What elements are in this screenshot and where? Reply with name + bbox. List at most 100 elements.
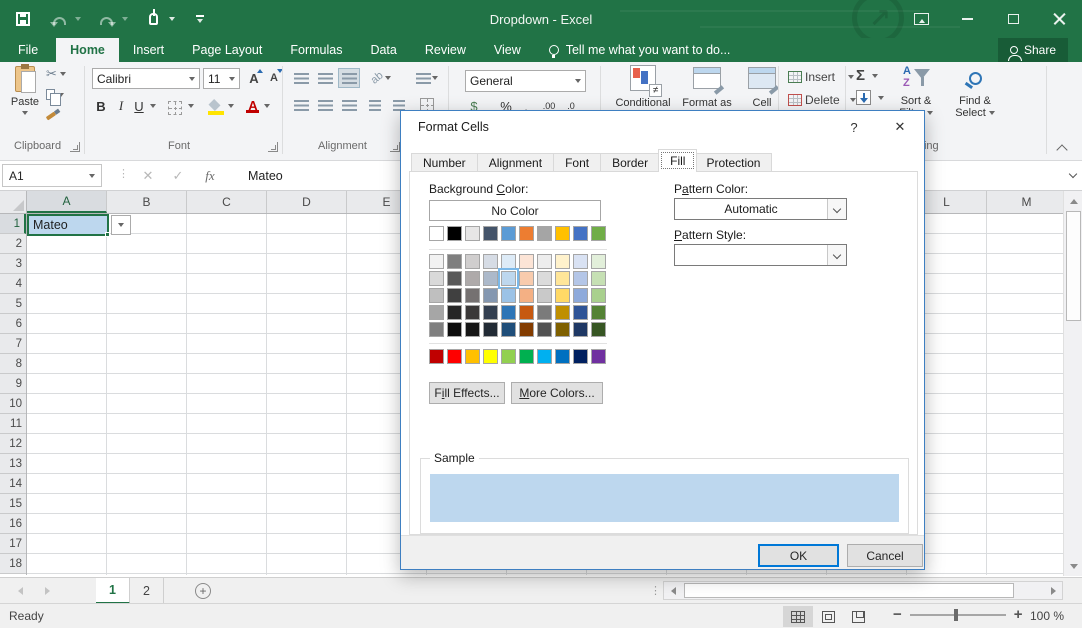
copy-button[interactable] (46, 89, 64, 100)
color-swatch[interactable] (573, 288, 588, 303)
row-header-17[interactable]: 17 (0, 534, 26, 554)
decrease-indent-button[interactable] (364, 95, 386, 115)
color-swatch[interactable] (447, 349, 462, 364)
color-swatch[interactable] (573, 322, 588, 337)
color-swatch[interactable] (555, 305, 570, 320)
sheet-tab-1[interactable]: 1 (96, 578, 130, 604)
previous-sheet-icon[interactable] (18, 587, 23, 595)
color-swatch[interactable] (555, 288, 570, 303)
color-swatch[interactable] (555, 322, 570, 337)
italic-button[interactable]: I (112, 96, 130, 116)
color-swatch[interactable] (555, 349, 570, 364)
color-swatch[interactable] (483, 288, 498, 303)
vertical-scroll-thumb[interactable] (1066, 211, 1081, 321)
borders-button[interactable] (166, 98, 184, 118)
wrap-text-button[interactable] (414, 68, 440, 88)
column-header-d[interactable]: D (267, 191, 347, 213)
color-swatch[interactable] (501, 349, 516, 364)
ribbon-tab-insert[interactable]: Insert (119, 38, 178, 62)
bold-button[interactable]: B (92, 96, 110, 116)
font-color-dropdown-icon[interactable] (264, 104, 270, 108)
color-swatch[interactable] (429, 226, 444, 241)
fill-color-button[interactable] (206, 96, 224, 116)
paste-button[interactable]: Paste (6, 66, 44, 132)
redo-icon[interactable] (95, 8, 117, 30)
dialog-tab-font[interactable]: Font (554, 153, 601, 172)
align-top-button[interactable] (290, 68, 312, 88)
ribbon-display-options-icon[interactable] (898, 0, 944, 38)
share-button[interactable]: Share (998, 38, 1068, 62)
fill-color-dropdown-icon[interactable] (228, 104, 234, 108)
formula-bar-input[interactable]: Mateo (248, 164, 283, 187)
color-swatch[interactable] (537, 305, 552, 320)
close-icon[interactable] (1036, 0, 1082, 38)
column-header-c[interactable]: C (187, 191, 267, 213)
row-header-12[interactable]: 12 (0, 434, 26, 454)
fill-handle[interactable] (105, 232, 110, 237)
row-header-14[interactable]: 14 (0, 474, 26, 494)
undo-dropdown-icon[interactable] (75, 17, 81, 21)
row-header-10[interactable]: 10 (0, 394, 26, 414)
color-swatch[interactable] (537, 271, 552, 286)
color-swatch[interactable] (429, 254, 444, 269)
more-colors-button[interactable]: More Colors... (511, 382, 603, 404)
color-swatch[interactable] (591, 254, 606, 269)
dialog-help-button[interactable]: ? (841, 115, 867, 139)
find-select-button[interactable]: Find & Select (946, 65, 1004, 119)
row-header-11[interactable]: 11 (0, 414, 26, 434)
font-name-combo[interactable]: Calibri (92, 68, 200, 89)
color-swatch[interactable] (591, 288, 606, 303)
scroll-up-icon[interactable] (1064, 192, 1082, 210)
normal-view-icon[interactable] (783, 606, 813, 627)
color-swatch[interactable] (483, 322, 498, 337)
color-swatch[interactable] (591, 226, 606, 241)
color-swatch[interactable] (519, 322, 534, 337)
color-swatch[interactable] (447, 305, 462, 320)
color-swatch[interactable] (429, 288, 444, 303)
format-as-table-button[interactable]: Format as (678, 67, 736, 109)
color-swatch[interactable] (429, 271, 444, 286)
color-swatch[interactable] (429, 349, 444, 364)
ribbon-tab-view[interactable]: View (480, 38, 535, 62)
no-color-button[interactable]: No Color (429, 200, 601, 221)
page-break-view-icon[interactable] (843, 606, 873, 627)
align-bottom-button[interactable] (338, 68, 360, 88)
color-swatch[interactable] (555, 226, 570, 241)
align-right-button[interactable] (338, 95, 360, 115)
column-header-a[interactable]: A (27, 191, 107, 213)
row-header-18[interactable]: 18 (0, 554, 26, 574)
scroll-right-icon[interactable] (1044, 582, 1062, 599)
color-swatch[interactable] (519, 288, 534, 303)
undo-icon[interactable] (48, 8, 70, 30)
font-dialog-launcher-icon[interactable] (268, 142, 278, 152)
underline-dropdown-icon[interactable] (150, 104, 156, 108)
ribbon-tab-data[interactable]: Data (356, 38, 410, 62)
ok-button[interactable]: OK (758, 544, 839, 567)
column-header-m[interactable]: M (987, 191, 1063, 213)
dialog-close-icon[interactable]: ✕ (885, 115, 915, 139)
color-swatch[interactable] (483, 305, 498, 320)
color-swatch[interactable] (591, 349, 606, 364)
save-icon[interactable] (12, 8, 34, 30)
orientation-button[interactable]: ab (366, 68, 396, 88)
color-swatch[interactable] (519, 305, 534, 320)
zoom-percentage[interactable]: 100 % (1030, 609, 1064, 623)
horizontal-scrollbar[interactable] (663, 581, 1063, 600)
cut-button[interactable]: ✂ (46, 66, 66, 82)
color-swatch[interactable] (447, 288, 462, 303)
color-swatch[interactable] (555, 254, 570, 269)
clipboard-dialog-launcher-icon[interactable] (70, 142, 80, 152)
color-swatch[interactable] (465, 254, 480, 269)
ribbon-tab-formulas[interactable]: Formulas (276, 38, 356, 62)
row-header-15[interactable]: 15 (0, 494, 26, 514)
row-header-16[interactable]: 16 (0, 514, 26, 534)
ribbon-tab-home[interactable]: Home (56, 38, 119, 62)
touch-mouse-mode-icon[interactable] (142, 8, 164, 30)
color-swatch[interactable] (501, 322, 516, 337)
fill-effects-button[interactable]: Fill Effects... (429, 382, 505, 404)
color-swatch[interactable] (483, 271, 498, 286)
color-swatch[interactable] (573, 254, 588, 269)
color-swatch[interactable] (447, 271, 462, 286)
next-sheet-icon[interactable] (45, 587, 50, 595)
row-header-6[interactable]: 6 (0, 314, 26, 334)
